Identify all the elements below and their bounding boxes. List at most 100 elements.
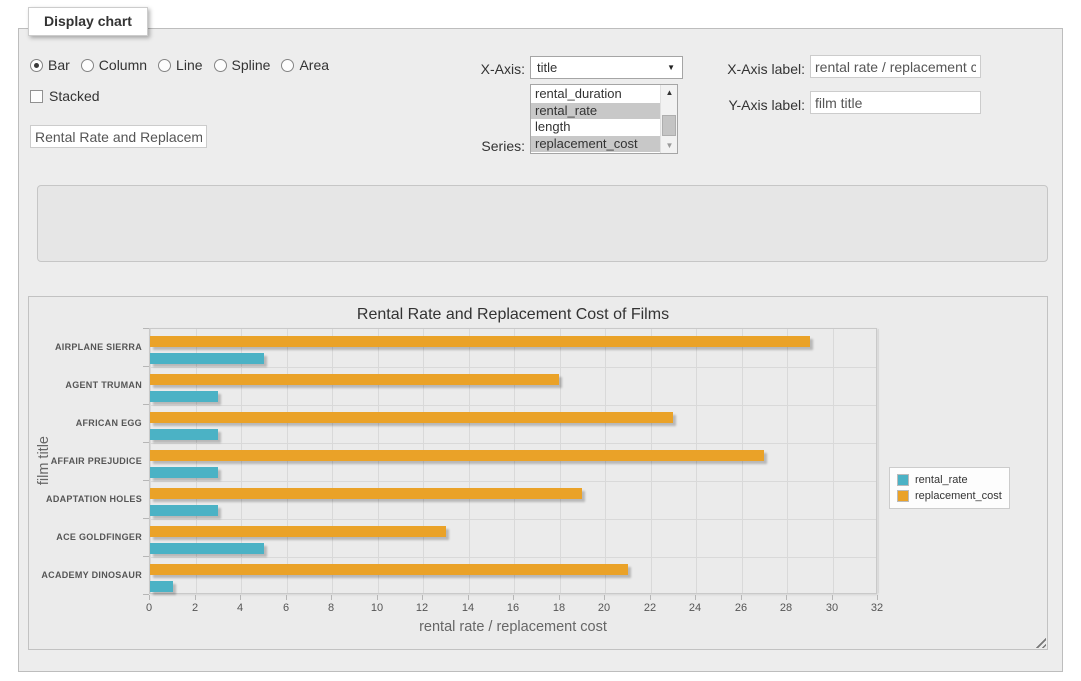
x-tick-label: 20 (589, 602, 619, 614)
x-tick-label: 10 (362, 602, 392, 614)
y-tick-mark (143, 556, 149, 557)
x-tick-mark (604, 595, 605, 600)
bar-replacement_cost (150, 526, 446, 537)
bar-rental_rate (150, 467, 218, 478)
series-list-scrollbar[interactable]: ▲ ▼ (660, 85, 677, 153)
x-tick-mark (240, 595, 241, 600)
gridline (651, 329, 652, 593)
bar-replacement_cost (150, 336, 810, 347)
chart-type-option-bar[interactable]: Bar (30, 57, 70, 73)
series-option-rental_rate[interactable]: rental_rate (531, 103, 660, 120)
radio-button-icon[interactable] (158, 59, 171, 72)
bar-rental_rate (150, 429, 218, 440)
chart-type-option-area[interactable]: Area (281, 57, 329, 73)
gridline (833, 329, 834, 593)
stacked-checkbox-row: Stacked (30, 88, 100, 104)
legend-label: rental_rate (915, 474, 968, 486)
x-tick-label: 2 (180, 602, 210, 614)
y-axis-label-input[interactable] (810, 91, 981, 114)
gridline (742, 329, 743, 593)
chart-type-option-spline[interactable]: Spline (214, 57, 271, 73)
bar-replacement_cost (150, 374, 559, 385)
gridline (423, 329, 424, 593)
category-label: AFFAIR PREJUDICE (29, 456, 142, 466)
x-tick-label: 22 (635, 602, 665, 614)
radio-option-label: Bar (48, 57, 70, 73)
x-tick-mark (650, 595, 651, 600)
bar-replacement_cost (150, 488, 582, 499)
series-multiselect[interactable]: rental_durationrental_ratelengthreplacem… (530, 84, 678, 154)
x-axis-select[interactable]: title ▼ (530, 56, 683, 79)
x-tick-mark (195, 595, 196, 600)
x-tick-label: 6 (271, 602, 301, 614)
legend-label: replacement_cost (915, 490, 1002, 502)
x-tick-mark (286, 595, 287, 600)
x-tick-label: 32 (862, 602, 892, 614)
x-axis-label-field-label: X-Axis label: (698, 61, 805, 77)
x-tick-mark (513, 595, 514, 600)
x-axis-select-label: X-Axis: (440, 61, 525, 77)
gridline (378, 329, 379, 593)
radio-button-icon[interactable] (281, 59, 294, 72)
bar-rental_rate (150, 581, 173, 592)
dropdown-arrow-icon: ▼ (667, 64, 675, 72)
y-axis-label-field-label: Y-Axis label: (698, 97, 805, 113)
x-tick-mark (559, 595, 560, 600)
bar-rental_rate (150, 505, 218, 516)
bar-rental_rate (150, 353, 264, 364)
gridline (150, 367, 876, 368)
x-tick-label: 14 (453, 602, 483, 614)
chart-title: Rental Rate and Replacement Cost of Film… (149, 306, 877, 324)
radio-option-label: Line (176, 57, 202, 73)
y-tick-mark (143, 480, 149, 481)
x-axis-label-input[interactable] (810, 55, 981, 78)
panel-title: Display chart (28, 7, 148, 36)
y-tick-mark (143, 366, 149, 367)
series-option-rental_duration[interactable]: rental_duration (531, 86, 660, 103)
gridline (287, 329, 288, 593)
y-tick-mark (143, 518, 149, 519)
stacked-label: Stacked (49, 88, 100, 104)
radio-button-icon[interactable] (30, 59, 43, 72)
gridline (332, 329, 333, 593)
x-tick-label: 4 (225, 602, 255, 614)
series-option-length[interactable]: length (531, 119, 660, 136)
radio-button-icon[interactable] (81, 59, 94, 72)
category-label: AIRPLANE SIERRA (29, 342, 142, 352)
y-tick-mark (143, 328, 149, 329)
series-option-replacement_cost[interactable]: replacement_cost (531, 136, 660, 153)
stacked-checkbox[interactable] (30, 90, 43, 103)
x-tick-label: 30 (817, 602, 847, 614)
bar-rental_rate (150, 543, 264, 554)
scrollbar-thumb[interactable] (662, 115, 676, 136)
radio-button-icon[interactable] (214, 59, 227, 72)
x-tick-mark (149, 595, 150, 600)
series-list-label: Series: (440, 138, 525, 154)
x-tick-mark (377, 595, 378, 600)
gridline (787, 329, 788, 593)
bar-replacement_cost (150, 450, 764, 461)
x-tick-label: 28 (771, 602, 801, 614)
chart-type-option-line[interactable]: Line (158, 57, 202, 73)
plot-area (149, 328, 877, 594)
bar-replacement_cost (150, 412, 673, 423)
y-tick-mark (143, 442, 149, 443)
scroll-up-icon[interactable]: ▲ (661, 85, 678, 100)
resize-handle-icon[interactable] (1035, 637, 1046, 648)
x-tick-label: 26 (726, 602, 756, 614)
gridline (878, 329, 879, 593)
x-tick-mark (331, 595, 332, 600)
chart-type-radio-group: Bar Column Line Spline Area (30, 57, 329, 73)
scroll-down-icon[interactable]: ▼ (661, 138, 678, 153)
x-axis-title: rental rate / replacement cost (149, 619, 877, 635)
bar-replacement_cost (150, 564, 628, 575)
x-tick-label: 12 (407, 602, 437, 614)
legend-swatch-icon (897, 474, 909, 486)
gridline (605, 329, 606, 593)
x-tick-mark (786, 595, 787, 600)
gridline (150, 481, 876, 482)
radio-option-label: Area (299, 57, 329, 73)
legend-swatch-icon (897, 490, 909, 502)
chart-type-option-column[interactable]: Column (81, 57, 147, 73)
chart-title-input[interactable] (30, 125, 207, 148)
